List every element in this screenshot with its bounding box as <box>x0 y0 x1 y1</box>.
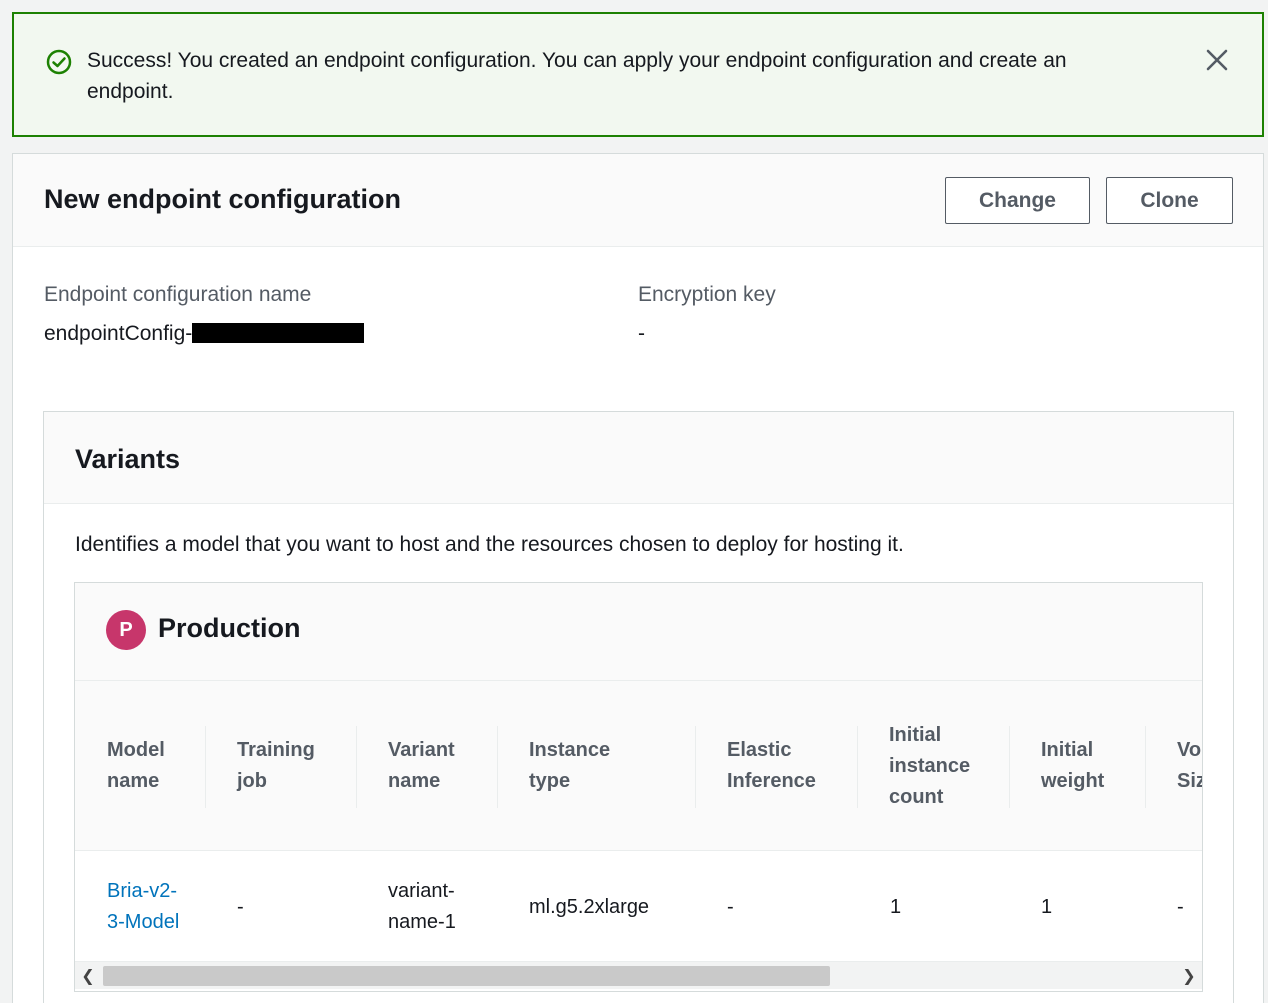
column-divider <box>356 726 357 808</box>
horizontal-scrollbar[interactable]: ❮ ❯ <box>75 961 1202 989</box>
endpoint-config-name-text: endpointConfig- <box>44 322 193 345</box>
check-circle-icon <box>46 49 72 75</box>
cell-variant-name: variant-name-1 <box>388 880 456 933</box>
model-name-link[interactable]: Bria-v2-3-Model <box>107 876 187 938</box>
clone-button[interactable]: Clone <box>1106 177 1233 224</box>
production-header: P Production <box>75 583 1202 681</box>
encryption-key-value: - <box>638 322 645 345</box>
column-header-initial-weight: Initial weight <box>1041 739 1105 792</box>
container-header: New endpoint configuration Change Clone <box>13 154 1263 247</box>
variants-description: Identifies a model that you want to host… <box>75 533 904 556</box>
cell-elastic-inference: - <box>727 895 734 918</box>
column-header-instance-type: Instance type <box>529 739 611 792</box>
scrollbar-thumb[interactable] <box>103 966 830 986</box>
column-divider <box>1145 726 1146 808</box>
column-header-model-name: Model name <box>107 739 165 792</box>
variants-panel: Variants Identifies a model that you wan… <box>43 411 1234 1003</box>
redacted-block <box>192 323 365 343</box>
success-flashbar: Success! You created an endpoint configu… <box>12 12 1264 137</box>
cell-initial-instance-count: 1 <box>890 895 902 918</box>
cell-training-job: - <box>237 895 244 918</box>
column-header-training-job: Training job <box>237 739 315 792</box>
cell-model-name: Bria-v2-3-Model <box>107 851 187 961</box>
close-icon[interactable] <box>1204 47 1230 73</box>
scroll-left-arrow-icon[interactable]: ❮ <box>75 962 101 990</box>
column-divider <box>497 726 498 808</box>
column-header-initial-instance-count: Initial instance count <box>889 723 971 808</box>
column-header-volume-size: Volume Size <box>1177 739 1202 792</box>
column-divider <box>205 726 206 808</box>
cell-instance-type: ml.g5.2xlarge <box>529 895 650 918</box>
production-badge: P <box>106 610 146 650</box>
change-button[interactable]: Change <box>945 177 1090 224</box>
endpoint-config-container: New endpoint configuration Change Clone … <box>12 153 1264 1003</box>
table-header-row: Model name Training job Variant name Ins… <box>75 681 1202 851</box>
page-title: New endpoint configuration <box>44 184 401 214</box>
column-divider <box>695 726 696 808</box>
variants-header: Variants <box>44 412 1233 504</box>
encryption-key-label: Encryption key <box>638 283 776 306</box>
production-variant-card: P Production Model name Training job Var… <box>74 582 1203 992</box>
endpoint-config-name-label: Endpoint configuration name <box>44 283 312 306</box>
cell-initial-weight: 1 <box>1041 895 1053 918</box>
cell-volume-size: - <box>1177 895 1184 918</box>
endpoint-config-name-value: endpointConfig- <box>44 322 365 346</box>
column-divider <box>857 726 858 808</box>
column-header-elastic-inference: Elastic Inference <box>727 739 816 792</box>
variants-table[interactable]: Model name Training job Variant name Ins… <box>75 681 1202 961</box>
column-header-variant-name: Variant name <box>388 739 455 792</box>
production-title: Production <box>158 613 301 643</box>
column-divider <box>1009 726 1010 808</box>
flash-message: Success! You created an endpoint configu… <box>87 49 1067 103</box>
variants-title: Variants <box>75 444 181 474</box>
scroll-right-arrow-icon[interactable]: ❯ <box>1176 962 1202 990</box>
